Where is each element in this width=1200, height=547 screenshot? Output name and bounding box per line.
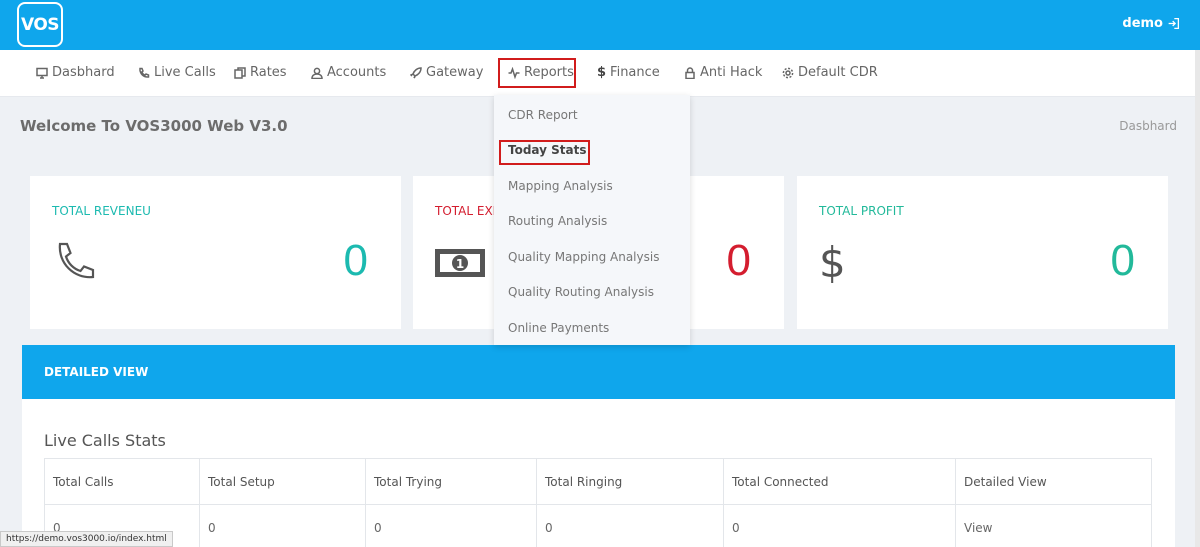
- menu-item-routing-analysis[interactable]: Routing Analysis: [508, 214, 607, 228]
- column-header: Total Setup: [199, 458, 366, 505]
- scrollbar[interactable]: [1195, 50, 1200, 547]
- phone-icon: [139, 67, 150, 78]
- menu-item-mapping-analysis[interactable]: Mapping Analysis: [508, 179, 613, 193]
- card-value: 0: [726, 236, 751, 285]
- column-header: Total Calls: [44, 458, 200, 505]
- table-cell: 0: [536, 504, 724, 547]
- svg-text:1: 1: [456, 257, 464, 271]
- table-cell: 0: [365, 504, 537, 547]
- user-name: demo: [1122, 16, 1163, 31]
- menu-item-quality-mapping-analysis[interactable]: Quality Mapping Analysis: [508, 250, 659, 264]
- nav-finance[interactable]: $ Finance: [597, 65, 660, 80]
- dollar-icon: $: [819, 238, 846, 287]
- top-bar: VOS demo: [0, 0, 1200, 50]
- nav-label: Finance: [610, 65, 660, 80]
- nav-label: Anti Hack: [700, 65, 763, 80]
- detailed-view-panel: DETAILED VIEW Live Calls Stats Total Cal…: [22, 345, 1175, 547]
- card-total-profit: TOTAL PROFIT $ 0: [797, 176, 1168, 329]
- column-header: Detailed View: [955, 458, 1152, 505]
- card-total-revenue: TOTAL REVENEU 0: [30, 176, 401, 329]
- money-icon: 1: [435, 249, 485, 277]
- nav-rates[interactable]: Rates: [234, 65, 287, 80]
- table-header-row: Total Calls Total Setup Total Trying Tot…: [44, 458, 1152, 505]
- copy-icon: [234, 66, 246, 79]
- menu-item-quality-routing-analysis[interactable]: Quality Routing Analysis: [508, 285, 654, 299]
- reports-highlight: [498, 58, 576, 88]
- nav-dasbhard[interactable]: Dasbhard: [36, 65, 115, 80]
- nav-anti-hack[interactable]: Anti Hack: [684, 65, 762, 80]
- monitor-icon: [36, 67, 48, 79]
- user-icon: [311, 67, 323, 79]
- nav-label: Rates: [250, 65, 287, 80]
- menu-item-cdr-report[interactable]: CDR Report: [508, 108, 578, 122]
- main-nav: Dasbhard Live Calls Rates Accounts Gatew…: [0, 50, 1200, 97]
- nav-accounts[interactable]: Accounts: [311, 65, 386, 80]
- card-label: TOTAL EXP: [435, 204, 500, 218]
- dollar-icon: $: [597, 65, 607, 80]
- page-title: Welcome To VOS3000 Web V3.0: [20, 117, 288, 135]
- nav-label: Gateway: [426, 65, 484, 80]
- menu-item-today-stats[interactable]: Today Stats: [508, 143, 587, 157]
- nav-default-cdr[interactable]: Default CDR: [782, 65, 878, 80]
- column-header: Total Trying: [365, 458, 537, 505]
- nav-gateway[interactable]: Gateway: [410, 65, 483, 80]
- card-value: 0: [343, 236, 368, 285]
- card-value: 0: [1110, 236, 1135, 285]
- nav-label: Default CDR: [798, 65, 878, 80]
- detailed-view-header: DETAILED VIEW: [22, 345, 1175, 399]
- user-menu[interactable]: demo: [1122, 16, 1180, 31]
- breadcrumb[interactable]: Dasbhard: [1119, 119, 1177, 133]
- nav-label: Live Calls: [154, 65, 216, 80]
- column-header: Total Ringing: [536, 458, 724, 505]
- table-row: 0 0 0 0 0 View: [44, 504, 1152, 547]
- live-calls-table: Total Calls Total Setup Total Trying Tot…: [44, 458, 1152, 547]
- gear-icon: [782, 67, 794, 78]
- rocket-icon: [410, 66, 422, 79]
- nav-live-calls[interactable]: Live Calls: [138, 65, 216, 80]
- view-link[interactable]: View: [955, 504, 1152, 547]
- lock-icon: [685, 66, 695, 79]
- nav-label: Accounts: [327, 65, 387, 80]
- table-cell: 0: [199, 504, 366, 547]
- live-calls-title: Live Calls Stats: [44, 431, 166, 450]
- logo[interactable]: VOS: [17, 2, 63, 47]
- menu-item-online-payments[interactable]: Online Payments: [508, 321, 609, 335]
- nav-label: Dasbhard: [52, 65, 115, 80]
- column-header: Total Connected: [723, 458, 956, 505]
- table-cell: 0: [723, 504, 956, 547]
- phone-icon: [58, 242, 95, 279]
- card-label: TOTAL REVENEU: [52, 204, 151, 218]
- logout-icon[interactable]: [1167, 17, 1180, 30]
- reports-dropdown: CDR Report Today Stats Mapping Analysis …: [494, 95, 690, 345]
- card-label: TOTAL PROFIT: [819, 204, 904, 218]
- status-url: https://demo.vos3000.io/index.html: [0, 531, 173, 547]
